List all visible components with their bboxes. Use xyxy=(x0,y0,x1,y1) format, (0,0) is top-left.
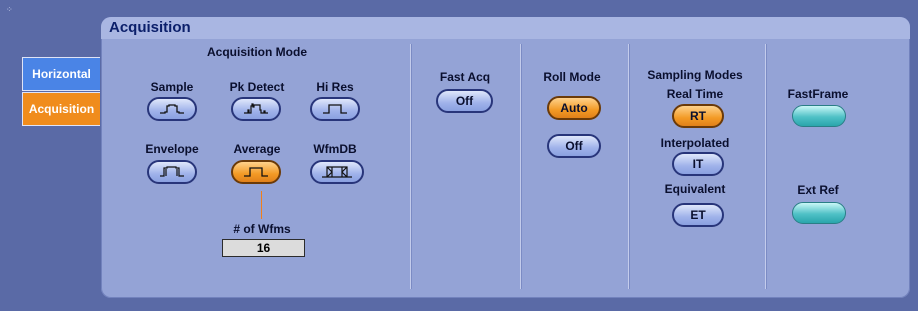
roll-mode-heading: Roll Mode xyxy=(543,70,601,84)
fast-acq-off-label: Off xyxy=(455,94,474,108)
wfmdb-button[interactable] xyxy=(310,160,364,184)
peak-detect-waveform-icon xyxy=(244,103,268,114)
fast-acq-off-button[interactable]: Off xyxy=(436,89,493,113)
equivalent-label: Equivalent xyxy=(664,182,726,196)
equivalent-button[interactable]: ET xyxy=(672,203,724,227)
section-divider xyxy=(410,44,411,289)
wfmdb-label: WfmDB xyxy=(313,142,357,156)
sample-waveform-icon xyxy=(160,104,184,114)
average-label: Average xyxy=(233,142,281,156)
ext-ref-button[interactable] xyxy=(792,202,846,224)
real-time-button-label: RT xyxy=(690,109,706,123)
roll-mode-auto-label: Auto xyxy=(560,101,588,115)
envelope-label: Envelope xyxy=(145,142,199,156)
pk-detect-button[interactable] xyxy=(231,97,281,121)
hi-res-waveform-icon xyxy=(323,104,347,114)
wfmdb-waveform-icon xyxy=(322,166,352,178)
section-divider xyxy=(628,44,629,289)
fast-acq-heading: Fast Acq xyxy=(439,70,491,84)
ext-ref-heading: Ext Ref xyxy=(797,183,839,197)
roll-mode-auto-button[interactable]: Auto xyxy=(547,96,601,120)
fastframe-button[interactable] xyxy=(792,105,846,127)
panel-grip-icon: ⁘ xyxy=(6,5,13,14)
average-button[interactable] xyxy=(231,160,281,184)
fastframe-heading: FastFrame xyxy=(787,87,849,101)
envelope-button[interactable] xyxy=(147,160,197,184)
panel-title-bar xyxy=(101,17,910,39)
tab-horizontal-label: Horizontal xyxy=(32,67,91,81)
hi-res-button[interactable] xyxy=(310,97,360,121)
interpolated-label: Interpolated xyxy=(660,136,730,150)
num-wfms-label: # of Wfms xyxy=(233,222,291,236)
sampling-modes-heading: Sampling Modes xyxy=(647,68,743,82)
average-waveform-icon xyxy=(244,167,268,177)
hi-res-label: Hi Res xyxy=(316,80,354,94)
panel-title: Acquisition xyxy=(109,19,191,36)
average-connector-line xyxy=(261,191,262,219)
tab-acquisition-label: Acquisition xyxy=(28,102,95,116)
pk-detect-label: Pk Detect xyxy=(229,80,285,94)
sample-label: Sample xyxy=(150,80,194,94)
interpolated-button[interactable]: IT xyxy=(672,152,724,176)
tab-horizontal[interactable]: Horizontal xyxy=(22,57,100,91)
num-wfms-field[interactable]: 16 xyxy=(222,239,305,257)
real-time-label: Real Time xyxy=(666,87,724,101)
envelope-waveform-icon xyxy=(160,166,184,177)
equivalent-button-label: ET xyxy=(690,208,706,222)
section-divider xyxy=(765,44,766,289)
sample-button[interactable] xyxy=(147,97,197,121)
section-divider xyxy=(520,44,521,289)
roll-mode-off-button[interactable]: Off xyxy=(547,134,601,158)
tab-acquisition[interactable]: Acquisition xyxy=(22,92,100,126)
roll-mode-off-label: Off xyxy=(565,139,583,153)
interpolated-button-label: IT xyxy=(692,157,704,171)
real-time-button[interactable]: RT xyxy=(672,104,724,128)
acquisition-mode-heading: Acquisition Mode xyxy=(207,45,307,59)
